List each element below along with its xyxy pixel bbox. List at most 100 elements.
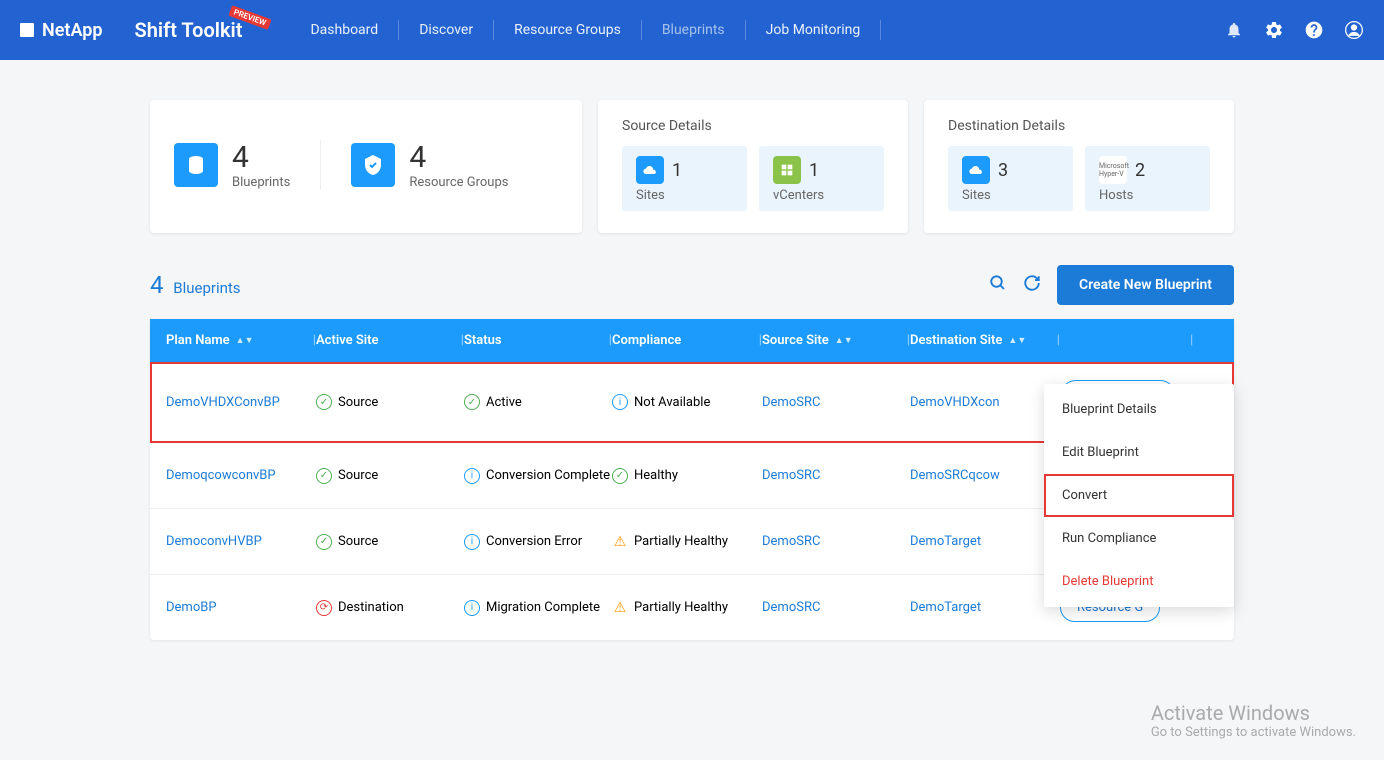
check-icon: ✓	[612, 468, 628, 484]
check-icon: ✓	[464, 394, 480, 410]
source-site-link[interactable]: DemoSRC	[762, 395, 820, 410]
menu-item-blueprint-details[interactable]: Blueprint Details	[1044, 388, 1234, 431]
column-header-active-site[interactable]: Active Site|	[316, 333, 464, 348]
mini-card-sites: 1 Sites	[622, 146, 747, 211]
main-nav: DashboardDiscoverResource GroupsBlueprin…	[290, 20, 881, 40]
blueprint-count: 4 Blueprints	[150, 271, 241, 299]
plan-name-link[interactable]: DemoBP	[166, 600, 217, 615]
row-actions-menu: Blueprint DetailsEdit BlueprintConvertRu…	[1044, 384, 1234, 607]
summary-card-main: 4Blueprints4Resource Groups	[150, 100, 582, 233]
help-icon[interactable]	[1304, 20, 1324, 40]
source-details-card: Source Details 1Sites1vCenters	[598, 100, 908, 233]
cloud-icon	[962, 156, 990, 184]
nav-item-dashboard[interactable]: Dashboard	[290, 20, 399, 40]
menu-item-delete-blueprint[interactable]: Delete Blueprint	[1044, 560, 1234, 603]
nav-item-resource-groups[interactable]: Resource Groups	[494, 20, 642, 40]
plan-name-link[interactable]: DemoVHDXConvBP	[166, 395, 280, 410]
info-icon: i	[464, 534, 480, 550]
plan-name-link[interactable]: DemoconvHVBP	[166, 534, 262, 549]
mini-count: 3	[998, 160, 1008, 181]
info-icon: i	[612, 394, 628, 410]
cloud-icon	[636, 156, 664, 184]
status-value: Conversion Error	[486, 534, 582, 549]
column-header-compliance[interactable]: Compliance|	[612, 333, 762, 348]
stat-label: Blueprints	[232, 175, 290, 190]
sort-icon: ▲▼	[236, 335, 254, 346]
header-action-icons	[1224, 20, 1364, 40]
user-icon[interactable]	[1344, 20, 1364, 40]
check-icon: ✓	[316, 468, 332, 484]
status-value: Conversion Complete	[486, 468, 610, 483]
stat-number: 4	[232, 140, 290, 175]
column-header-destination-site[interactable]: Destination Site▲▼|	[910, 333, 1060, 348]
status-value: Active	[486, 395, 522, 410]
menu-item-convert[interactable]: Convert	[1044, 474, 1234, 517]
info-icon: i	[464, 600, 480, 616]
compliance-value: Healthy	[634, 468, 678, 483]
app-header: NetApp Shift Toolkit PREVIEW DashboardDi…	[0, 0, 1384, 60]
mini-count: 2	[1135, 160, 1145, 181]
destination-site-link[interactable]: DemoSRCqcow	[910, 468, 1000, 483]
brand-name: NetApp	[42, 20, 103, 41]
destination-site-link[interactable]: DemoTarget	[910, 534, 981, 549]
source-site-link[interactable]: DemoSRC	[762, 534, 820, 549]
warning-icon: ⚠	[612, 600, 628, 616]
blueprint-count-number: 4	[150, 271, 164, 299]
mini-label: vCenters	[773, 188, 870, 203]
mini-label: Sites	[962, 188, 1059, 203]
windows-activate-watermark: Activate Windows Go to Settings to activ…	[1151, 701, 1356, 740]
mini-label: Sites	[636, 188, 733, 203]
netapp-logo-icon	[20, 23, 34, 37]
source-mini-cards: 1 Sites 1 vCenters	[622, 146, 884, 211]
app-title: Shift Toolkit PREVIEW	[135, 18, 243, 42]
watermark-title: Activate Windows	[1151, 701, 1356, 725]
column-header-source-site[interactable]: Source Site▲▼|	[762, 333, 910, 348]
watermark-subtitle: Go to Settings to activate Windows.	[1151, 725, 1356, 740]
mini-card-sites: 3 Sites	[948, 146, 1073, 211]
destination-site-link[interactable]: DemoVHDXcon	[910, 395, 1000, 410]
destination-details-title: Destination Details	[948, 118, 1210, 134]
sort-icon: ▲▼	[835, 335, 853, 346]
column-header-actions: |	[1060, 333, 1218, 348]
vc-icon	[773, 156, 801, 184]
nav-item-job-monitoring[interactable]: Job Monitoring	[746, 20, 882, 40]
check-icon: ✓	[316, 394, 332, 410]
status-value: Migration Complete	[486, 600, 600, 615]
source-site-link[interactable]: DemoSRC	[762, 468, 820, 483]
app-title-text: Shift Toolkit	[135, 18, 243, 42]
stat-blueprints: 4Blueprints	[174, 140, 290, 190]
menu-item-run-compliance[interactable]: Run Compliance	[1044, 517, 1234, 560]
stat-label: Resource Groups	[409, 175, 508, 190]
compliance-value: Partially Healthy	[634, 600, 728, 615]
table-header: Plan Name▲▼|Active Site|Status|Complianc…	[150, 319, 1234, 362]
sort-icon: ▲▼	[1008, 335, 1026, 346]
source-site-link[interactable]: DemoSRC	[762, 600, 820, 615]
plan-name-link[interactable]: DemoqcowconvBP	[166, 468, 276, 483]
mini-card-vcenters: 1 vCenters	[759, 146, 884, 211]
gear-icon[interactable]	[1264, 20, 1284, 40]
check-icon: ✓	[316, 534, 332, 550]
destination-mini-cards: 3SitesMicrosoftHyper-V2Hosts	[948, 146, 1210, 211]
column-header-status[interactable]: Status|	[464, 333, 612, 348]
compliance-value: Not Available	[634, 395, 710, 410]
nav-item-blueprints[interactable]: Blueprints	[642, 20, 746, 40]
refresh-icon[interactable]	[1023, 274, 1041, 297]
active-site-value: Destination	[338, 600, 404, 615]
bell-icon[interactable]	[1224, 20, 1244, 40]
blueprint-count-label: Blueprints	[173, 279, 240, 297]
brand-logo: NetApp	[20, 20, 103, 41]
mini-count: 1	[809, 160, 819, 181]
menu-item-edit-blueprint[interactable]: Edit Blueprint	[1044, 431, 1234, 474]
stat-icon	[174, 143, 218, 187]
info-icon: i	[464, 468, 480, 484]
mini-label: Hosts	[1099, 188, 1196, 203]
create-blueprint-button[interactable]: Create New Blueprint	[1057, 265, 1234, 305]
search-icon[interactable]	[989, 274, 1007, 297]
mini-count: 1	[672, 160, 682, 181]
stat-number: 4	[409, 140, 508, 175]
nav-item-discover[interactable]: Discover	[399, 20, 494, 40]
column-header-plan-name[interactable]: Plan Name▲▼|	[166, 333, 316, 348]
active-site-value: Source	[338, 534, 378, 549]
destination-icon: ⟳	[316, 600, 332, 616]
destination-site-link[interactable]: DemoTarget	[910, 600, 981, 615]
